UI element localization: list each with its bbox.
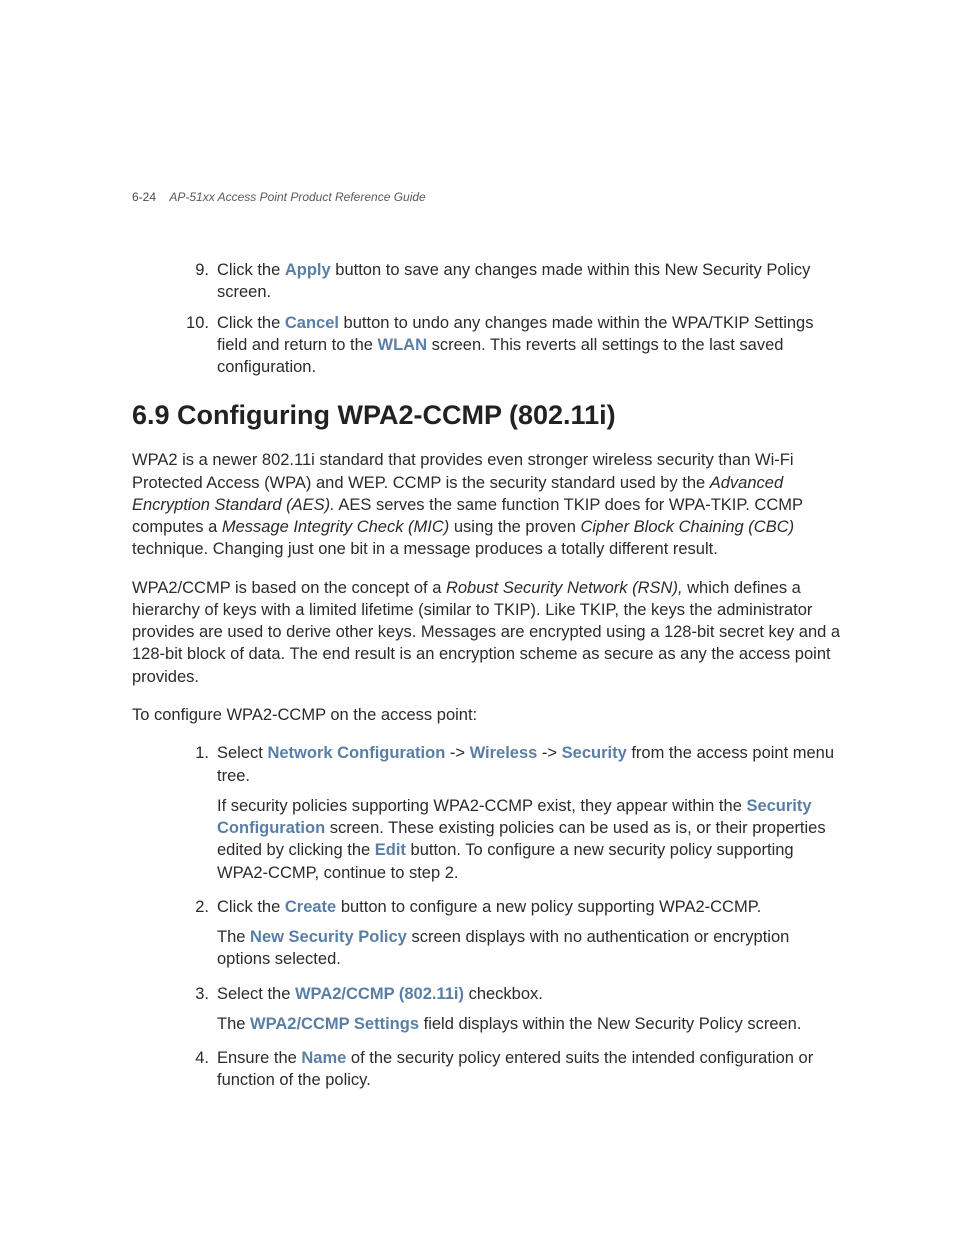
text: -> (537, 744, 561, 762)
text: technique. Changing just one bit in a me… (132, 540, 718, 558)
document-page: 6-24 AP-51xx Access Point Product Refere… (0, 0, 954, 1164)
text: Click the (217, 898, 285, 916)
text: Select the (217, 985, 295, 1003)
italic-rsn: Robust Security Network (RSN), (446, 579, 683, 597)
text: Ensure the (217, 1049, 301, 1067)
step-3: Select the WPA2/CCMP (802.11i) checkbox.… (187, 983, 846, 1036)
text: Click the (217, 261, 285, 279)
wireless-keyword: Wireless (470, 744, 538, 762)
text: The (217, 928, 250, 946)
step-2-sub: The New Security Policy screen displays … (217, 926, 846, 971)
step-10: Click the Cancel button to undo any chan… (187, 312, 846, 379)
text: WPA2 is a newer 802.11i standard that pr… (132, 451, 794, 491)
text: field displays within the New Security P… (419, 1015, 801, 1033)
guide-title: AP-51xx Access Point Product Reference G… (169, 190, 425, 204)
new-security-policy-keyword: New Security Policy (250, 928, 407, 946)
create-keyword: Create (285, 898, 336, 916)
text: checkbox. (464, 985, 543, 1003)
step-2: Click the Create button to configure a n… (187, 896, 846, 971)
step-3-sub: The WPA2/CCMP Settings field displays wi… (217, 1013, 846, 1035)
text: -> (445, 744, 469, 762)
page-number: 6-24 (132, 190, 156, 204)
text: Click the (217, 314, 285, 332)
step-1-sub: If security policies supporting WPA2-CCM… (217, 795, 846, 884)
italic-mic: Message Integrity Check (MIC) (222, 518, 449, 536)
text: Select (217, 744, 267, 762)
continued-step-list: Click the Apply button to save any chang… (132, 259, 846, 378)
italic-cbc: Cipher Block Chaining (CBC) (580, 518, 794, 536)
network-configuration-keyword: Network Configuration (267, 744, 445, 762)
running-header: 6-24 AP-51xx Access Point Product Refere… (132, 190, 846, 204)
procedure-step-list: Select Network Configuration -> Wireless… (132, 742, 846, 1091)
step-9: Click the Apply button to save any chang… (187, 259, 846, 304)
edit-keyword: Edit (375, 841, 406, 859)
text: button to configure a new policy support… (336, 898, 761, 916)
wpa2-ccmp-settings-keyword: WPA2/CCMP Settings (250, 1015, 419, 1033)
step-1: Select Network Configuration -> Wireless… (187, 742, 846, 884)
section-heading: 6.9 Configuring WPA2-CCMP (802.11i) (132, 400, 846, 431)
text: The (217, 1015, 250, 1033)
apply-keyword: Apply (285, 261, 331, 279)
text: If security policies supporting WPA2-CCM… (217, 797, 746, 815)
cancel-keyword: Cancel (285, 314, 339, 332)
step-4: Ensure the Name of the security policy e… (187, 1047, 846, 1092)
name-keyword: Name (301, 1049, 346, 1067)
security-keyword: Security (562, 744, 627, 762)
text: WPA2/CCMP is based on the concept of a (132, 579, 446, 597)
wlan-keyword: WLAN (378, 336, 427, 354)
text: using the proven (449, 518, 580, 536)
paragraph-2: WPA2/CCMP is based on the concept of a R… (132, 577, 846, 688)
paragraph-3: To configure WPA2-CCMP on the access poi… (132, 704, 846, 726)
wpa2-ccmp-keyword: WPA2/CCMP (802.11i) (295, 985, 464, 1003)
paragraph-1: WPA2 is a newer 802.11i standard that pr… (132, 449, 846, 560)
